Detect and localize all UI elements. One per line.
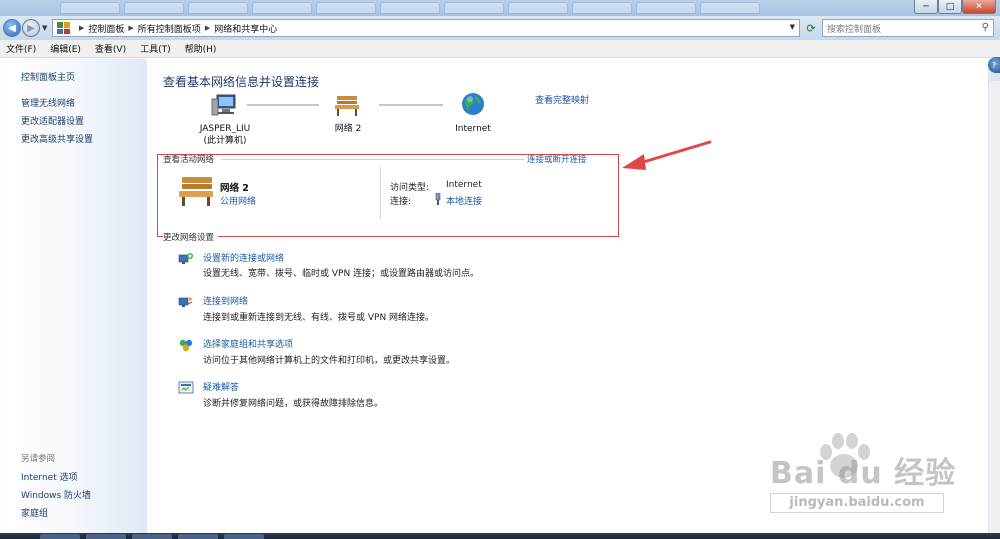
task-connect-network-desc: 连接到或重新连接到无线、有线、拨号或 VPN 网络连接。 [203, 313, 435, 323]
troubleshoot-icon [178, 381, 194, 394]
local-connection-icon [435, 193, 441, 205]
vertical-scrollbar[interactable] [988, 59, 1000, 533]
taskbar-button[interactable] [178, 534, 218, 539]
sidebar-item-adapter[interactable]: 更改适配器设置 [21, 114, 84, 127]
full-map-link[interactable]: 查看完整映射 [535, 93, 589, 106]
task-setup-connection[interactable]: 设置新的连接或网络 [203, 251, 284, 264]
see-also-homegroup[interactable]: 家庭组 [21, 506, 48, 519]
taskbar-button[interactable] [40, 534, 80, 539]
menu-help[interactable]: 帮助(H) [185, 42, 217, 55]
see-also-firewall[interactable]: Windows 防火墙 [21, 488, 91, 501]
task-troubleshoot-desc: 诊断并修复网络问题，或获得故障排除信息。 [203, 399, 384, 409]
menu-bar: 文件(F) 编辑(E) 查看(V) 工具(T) 帮助(H) [0, 40, 1000, 58]
search-icon[interactable]: ⚲ [982, 22, 989, 33]
back-button[interactable]: ◀ [3, 19, 21, 37]
task-homegroup-desc: 访问位于其他网络计算机上的文件和打印机，或更改共享设置。 [203, 356, 456, 366]
sidebar-item-home[interactable]: 控制面板主页 [21, 70, 75, 83]
local-connection-link[interactable]: 本地连接 [446, 194, 482, 207]
network-type-link[interactable]: 公用网络 [220, 194, 256, 207]
refresh-icon: ⟳ [806, 21, 816, 35]
control-panel-icon [57, 22, 71, 34]
map-network-name: 网络 2 [334, 124, 362, 134]
history-dropdown-icon[interactable]: ▼ [42, 24, 47, 32]
taskbar [0, 533, 1000, 539]
watermark-url: jingyan.baidu.com [770, 493, 944, 513]
help-button[interactable]: ? [988, 57, 1000, 73]
bench-network-icon [335, 96, 359, 116]
globe-icon [462, 93, 484, 115]
forward-button[interactable]: ▶ [22, 19, 40, 37]
close-button[interactable]: ✕ [962, 0, 996, 14]
menu-view[interactable]: 查看(V) [95, 42, 126, 55]
see-also-label: 另请参阅 [21, 454, 56, 464]
taskbar-button[interactable] [132, 534, 172, 539]
map-computer: JASPER_LIU (此计算机) [187, 123, 263, 147]
chevron-right-icon[interactable]: ▶ [205, 24, 210, 32]
navigation-bar: ◀ ▶ ▼ ▶ 控制面板 ▶ 所有控制面板项 ▶ 网络和共享中心 ▼ ⟳ 搜索控… [0, 16, 1000, 40]
annotation-arrow [622, 140, 712, 170]
sidebar-item-advanced-sharing[interactable]: 更改高级共享设置 [21, 132, 93, 145]
address-bar[interactable]: ▶ 控制面板 ▶ 所有控制面板项 ▶ 网络和共享中心 ▼ [52, 19, 800, 37]
back-arrow-icon: ◀ [8, 22, 16, 34]
breadcrumb-all-items[interactable]: 所有控制面板项 [138, 22, 201, 35]
homegroup-icon [179, 339, 193, 352]
watermark-brand: Bai du 经验 [770, 456, 957, 491]
active-network-name: 网络 2 [220, 183, 249, 194]
new-connection-icon [178, 253, 193, 264]
taskbar-button[interactable] [224, 534, 264, 539]
computer-icon [211, 94, 236, 116]
forward-arrow-icon: ▶ [27, 22, 35, 34]
see-also-internet-options[interactable]: Internet 选项 [21, 470, 78, 483]
task-setup-connection-desc: 设置无线、宽带、拨号、临时或 VPN 连接；或设置路由器或访问点。 [203, 269, 480, 279]
sidebar-item-wireless[interactable]: 管理无线网络 [21, 96, 75, 109]
breadcrumb-control-panel[interactable]: 控制面板 [88, 22, 124, 35]
maximize-button[interactable]: □ [938, 0, 962, 14]
search-placeholder: 搜索控制面板 [827, 24, 882, 35]
help-icon: ? [991, 60, 997, 70]
map-internet-label: Internet [455, 124, 491, 134]
connections-label: 连接: [390, 197, 412, 207]
chevron-right-icon[interactable]: ▶ [128, 24, 133, 32]
sidebar: 控制面板主页 管理无线网络 更改适配器设置 更改高级共享设置 另请参阅 Inte… [0, 59, 147, 533]
address-dropdown-icon[interactable]: ▼ [790, 23, 795, 31]
search-box[interactable]: 搜索控制面板 ⚲ [822, 19, 994, 37]
menu-file[interactable]: 文件(F) [6, 42, 36, 55]
map-link-line [247, 104, 319, 106]
bench-network-icon [179, 177, 213, 206]
computer-sub: (此计算机) [203, 136, 247, 146]
access-type-value: Internet [446, 180, 482, 190]
change-settings-heading: 更改网络设置 [163, 231, 219, 243]
title-bar: ─ □ ✕ [0, 0, 1000, 16]
task-troubleshoot[interactable]: 疑难解答 [203, 380, 239, 393]
computer-name: JASPER_LIU [199, 124, 251, 134]
vertical-separator [380, 167, 381, 219]
connect-network-icon [178, 297, 193, 307]
menu-edit[interactable]: 编辑(E) [50, 42, 81, 55]
chevron-right-icon[interactable]: ▶ [79, 24, 84, 32]
refresh-button[interactable]: ⟳ [803, 21, 819, 35]
access-type-label: 访问类型: [390, 183, 430, 193]
task-connect-network[interactable]: 连接到网络 [203, 294, 248, 307]
task-homegroup[interactable]: 选择家庭组和共享选项 [203, 337, 293, 350]
minimize-button[interactable]: ─ [914, 0, 938, 14]
breadcrumb-network-center[interactable]: 网络和共享中心 [214, 22, 277, 35]
menu-tools[interactable]: 工具(T) [140, 42, 171, 55]
taskbar-button[interactable] [86, 534, 126, 539]
page-title: 查看基本网络信息并设置连接 [163, 75, 320, 89]
map-link-line [379, 104, 443, 106]
